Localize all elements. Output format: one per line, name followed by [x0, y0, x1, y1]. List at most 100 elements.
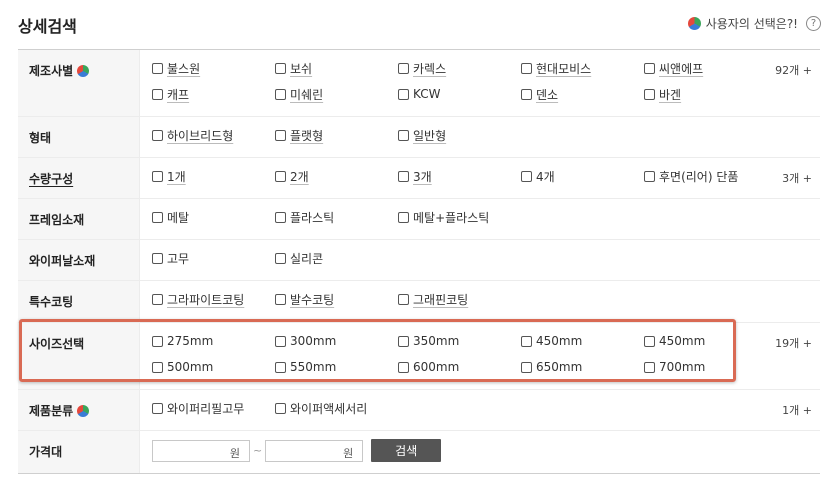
filter-option[interactable]: 메탈+플라스틱: [398, 209, 521, 225]
filter-option[interactable]: 불스원: [152, 60, 275, 76]
more-count-button[interactable]: 92개 +: [775, 62, 812, 78]
checkbox[interactable]: [521, 170, 532, 182]
checkbox[interactable]: [152, 129, 163, 141]
filter-option[interactable]: 메탈: [152, 209, 275, 225]
filter-option[interactable]: 바겐: [644, 86, 767, 102]
filter-option[interactable]: 그라파이트코팅: [152, 291, 275, 307]
checkbox[interactable]: [398, 335, 409, 347]
filter-options: 와이퍼리필고무 와이퍼액세서리: [152, 400, 772, 416]
checkbox[interactable]: [644, 335, 655, 347]
filter-option[interactable]: 그래핀코팅: [398, 291, 521, 307]
checkbox[interactable]: [275, 361, 286, 373]
filter-option[interactable]: 미쉐린: [275, 86, 398, 102]
user-choice-link[interactable]: 사용자의 선택은?! ?: [687, 15, 821, 32]
filter-row-size: 사이즈선택 275mm 300mm 350mm 450mm 450mm 500m…: [18, 323, 820, 390]
max-price-input[interactable]: 원: [265, 439, 364, 462]
checkbox[interactable]: [275, 335, 286, 347]
filter-option[interactable]: 350mm: [398, 333, 521, 349]
filter-label-cell: 제조사별: [18, 50, 140, 116]
checkbox[interactable]: [398, 211, 409, 223]
filter-option[interactable]: 1개: [152, 168, 275, 184]
filter-option[interactable]: 플라스틱: [275, 209, 398, 225]
checkbox[interactable]: [152, 335, 163, 347]
filter-row-coating: 특수코팅 그라파이트코팅 발수코팅 그래핀코팅: [18, 281, 820, 323]
checkbox[interactable]: [152, 211, 163, 223]
filter-option[interactable]: 씨앤에프: [644, 60, 767, 76]
filter-option[interactable]: 600mm: [398, 359, 521, 375]
checkbox[interactable]: [152, 293, 163, 305]
checkbox[interactable]: [275, 211, 286, 223]
checkbox[interactable]: [275, 170, 286, 182]
filter-options: 그라파이트코팅 발수코팅 그래핀코팅: [152, 291, 772, 307]
filter-option[interactable]: 450mm: [521, 333, 644, 349]
checkbox[interactable]: [152, 88, 163, 100]
filter-option[interactable]: 650mm: [521, 359, 644, 375]
checkbox[interactable]: [521, 335, 532, 347]
filter-row-manufacturer: 제조사별 불스원 보쉬 카렉스 현대모비스 씨앤에프 캐프 미쉐린 KCW 덴소…: [18, 50, 820, 117]
checkbox[interactable]: [275, 402, 286, 414]
more-count-button[interactable]: 19개 +: [775, 335, 812, 351]
checkbox[interactable]: [521, 62, 532, 74]
checkbox[interactable]: [152, 252, 163, 264]
filter-option[interactable]: 와이퍼액세서리: [275, 400, 398, 416]
filter-option[interactable]: KCW: [398, 86, 521, 102]
checkbox[interactable]: [644, 88, 655, 100]
filter-option[interactable]: 700mm: [644, 359, 767, 375]
filter-option[interactable]: 일반형: [398, 127, 521, 143]
help-icon[interactable]: ?: [806, 16, 821, 31]
checkbox[interactable]: [275, 62, 286, 74]
checkbox[interactable]: [398, 361, 409, 373]
pie-chart-icon[interactable]: [77, 64, 90, 77]
filter-option[interactable]: 보쉬: [275, 60, 398, 76]
filter-option[interactable]: 3개: [398, 168, 521, 184]
filter-option[interactable]: 하이브리드형: [152, 127, 275, 143]
checkbox[interactable]: [398, 129, 409, 141]
search-button[interactable]: 검색: [371, 439, 442, 462]
checkbox[interactable]: [152, 170, 163, 182]
filter-options: 메탈 플라스틱 메탈+플라스틱: [152, 209, 772, 225]
filter-option[interactable]: 덴소: [521, 86, 644, 102]
checkbox[interactable]: [521, 361, 532, 373]
checkbox[interactable]: [152, 361, 163, 373]
filter-option[interactable]: 고무: [152, 250, 275, 266]
filter-option[interactable]: 4개: [521, 168, 644, 184]
checkbox[interactable]: [521, 88, 532, 100]
checkbox[interactable]: [398, 170, 409, 182]
filter-option[interactable]: 2개: [275, 168, 398, 184]
checkbox[interactable]: [644, 361, 655, 373]
checkbox[interactable]: [152, 402, 163, 414]
checkbox[interactable]: [275, 88, 286, 100]
pie-chart-icon[interactable]: [77, 404, 90, 417]
checkbox[interactable]: [275, 129, 286, 141]
filter-option[interactable]: 캐프: [152, 86, 275, 102]
filter-option[interactable]: 300mm: [275, 333, 398, 349]
filter-option[interactable]: 와이퍼리필고무: [152, 400, 275, 416]
filter-option[interactable]: 플랫형: [275, 127, 398, 143]
filter-option[interactable]: 550mm: [275, 359, 398, 375]
pie-chart-icon: [687, 17, 701, 30]
checkbox[interactable]: [644, 170, 655, 182]
filter-option[interactable]: 450mm: [644, 333, 767, 349]
filter-option[interactable]: 발수코팅: [275, 291, 398, 307]
checkbox[interactable]: [152, 62, 163, 74]
filter-option[interactable]: 500mm: [152, 359, 275, 375]
filter-option[interactable]: 275mm: [152, 333, 275, 349]
min-price-input[interactable]: 원: [152, 439, 250, 462]
checkbox[interactable]: [398, 62, 409, 74]
filter-option[interactable]: 실리콘: [275, 250, 398, 266]
more-count-button[interactable]: 1개 +: [782, 402, 812, 418]
filter-row-category: 제품분류 와이퍼리필고무 와이퍼액세서리 1개 +: [18, 390, 820, 431]
more-count-button[interactable]: 3개 +: [782, 170, 812, 186]
checkbox[interactable]: [398, 88, 409, 100]
filter-row-price: 가격대 원 ~ 원 검색: [18, 431, 820, 473]
checkbox[interactable]: [398, 293, 409, 305]
filter-option[interactable]: 현대모비스: [521, 60, 644, 76]
filter-label-cell: 제품분류: [18, 390, 140, 430]
checkbox[interactable]: [275, 252, 286, 264]
filter-option[interactable]: 후면(리어) 단품: [644, 168, 767, 184]
filter-label[interactable]: 수량구성: [29, 170, 73, 187]
filter-label-cell: 사이즈선택: [18, 323, 140, 389]
filter-option[interactable]: 카렉스: [398, 60, 521, 76]
checkbox[interactable]: [644, 62, 655, 74]
checkbox[interactable]: [275, 293, 286, 305]
